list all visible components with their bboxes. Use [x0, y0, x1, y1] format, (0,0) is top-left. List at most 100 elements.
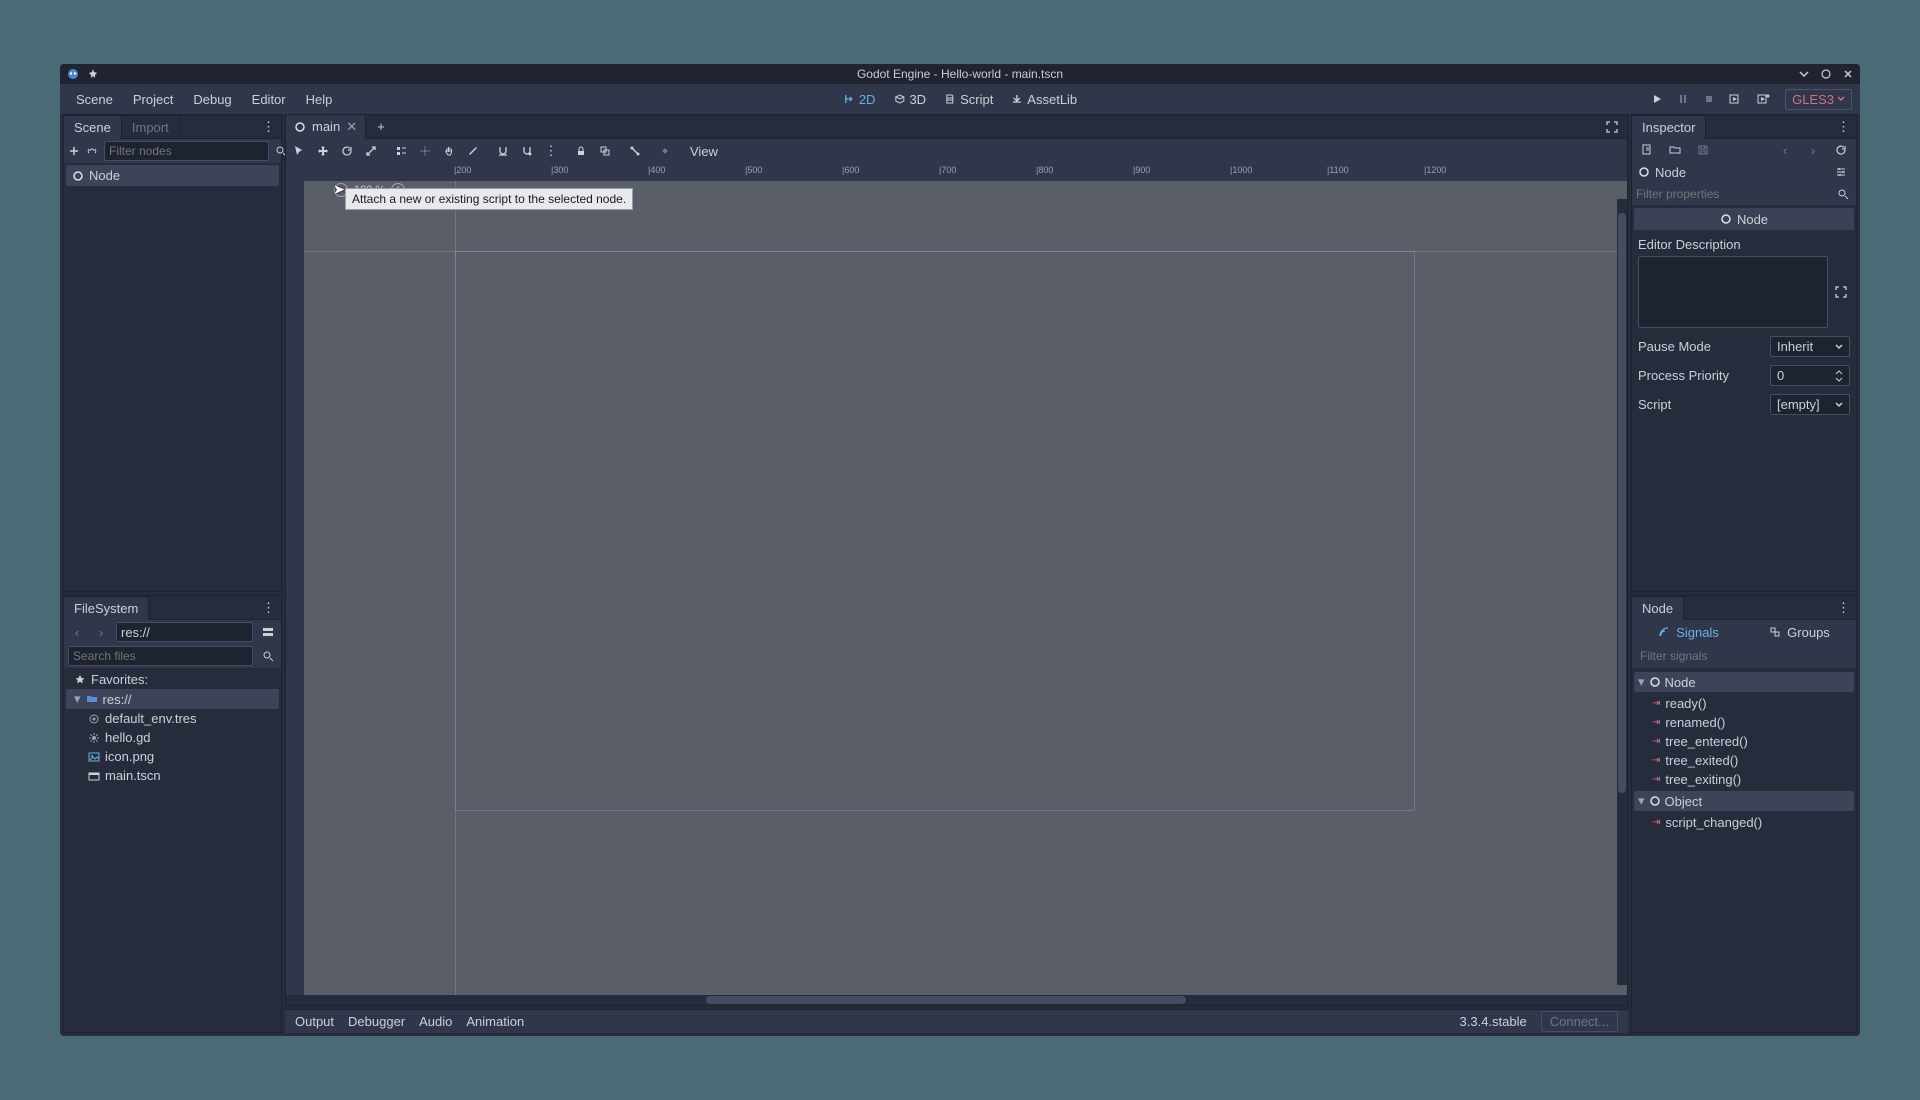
- minimize-icon[interactable]: [1798, 68, 1810, 80]
- snap-options-icon[interactable]: ⋮: [542, 142, 560, 160]
- pin-icon[interactable]: [86, 67, 100, 81]
- ruler-horizontal[interactable]: |200|300|400|500|600|700|800|900|1000|11…: [304, 163, 1627, 181]
- folder-res[interactable]: ▾ res://: [66, 689, 279, 709]
- inspector-node-name[interactable]: Node: [1655, 165, 1686, 180]
- dock-more-icon[interactable]: ⋮: [256, 600, 281, 616]
- rotate-tool[interactable]: [338, 142, 356, 160]
- mode-3d-button[interactable]: 3D: [887, 89, 932, 110]
- signal-item[interactable]: ⇥tree_entered(): [1634, 732, 1854, 751]
- tab-import[interactable]: Import: [122, 115, 180, 139]
- move-tool[interactable]: [314, 142, 332, 160]
- process-priority-input[interactable]: 0: [1770, 365, 1850, 386]
- dock-more-icon[interactable]: ⋮: [1831, 119, 1856, 135]
- mode-2d-button[interactable]: 2D: [837, 89, 882, 110]
- snap-toggle[interactable]: [494, 142, 512, 160]
- signal-group-header[interactable]: ▾Object: [1634, 791, 1854, 811]
- ruler-tool[interactable]: [464, 142, 482, 160]
- open-resource-button[interactable]: [1666, 141, 1684, 159]
- file-item[interactable]: main.tscn: [66, 766, 279, 785]
- pan-tool[interactable]: [440, 142, 458, 160]
- play-custom-scene-button[interactable]: [1757, 93, 1771, 105]
- scale-tool[interactable]: [362, 142, 380, 160]
- bone-button[interactable]: [626, 142, 644, 160]
- signal-item[interactable]: ⇥script_changed(): [1634, 813, 1854, 832]
- lock-button[interactable]: [572, 142, 590, 160]
- save-resource-button[interactable]: [1694, 141, 1712, 159]
- menu-scene[interactable]: Scene: [68, 88, 121, 111]
- inspector-category-node[interactable]: Node: [1634, 208, 1854, 230]
- file-item[interactable]: default_env.tres: [66, 709, 279, 728]
- new-resource-button[interactable]: [1638, 141, 1656, 159]
- connect-button[interactable]: Connect...: [1541, 1011, 1618, 1032]
- new-tab-button[interactable]: +: [372, 118, 390, 136]
- signal-item[interactable]: ⇥tree_exiting(): [1634, 770, 1854, 789]
- link-node-button[interactable]: [86, 142, 98, 160]
- signal-item[interactable]: ⇥renamed(): [1634, 713, 1854, 732]
- distraction-free-button[interactable]: [1603, 118, 1621, 136]
- bottom-tab-debugger[interactable]: Debugger: [348, 1014, 405, 1029]
- bottom-tab-output[interactable]: Output: [295, 1014, 334, 1029]
- expand-description-button[interactable]: [1832, 283, 1850, 301]
- filter-nodes-input[interactable]: [104, 141, 269, 161]
- list-select-tool[interactable]: [392, 142, 410, 160]
- script-select[interactable]: [empty]: [1770, 394, 1850, 415]
- menu-project[interactable]: Project: [125, 88, 181, 111]
- select-tool[interactable]: [290, 142, 308, 160]
- stop-button[interactable]: [1703, 93, 1715, 105]
- search-files-input[interactable]: [68, 646, 253, 666]
- animation-key-button[interactable]: [656, 142, 674, 160]
- mode-assetlib-button[interactable]: AssetLib: [1005, 89, 1083, 110]
- dock-more-icon[interactable]: ⋮: [256, 119, 281, 135]
- filter-properties-input[interactable]: [1636, 187, 1834, 201]
- pivot-tool[interactable]: [416, 142, 434, 160]
- bottom-tab-audio[interactable]: Audio: [419, 1014, 452, 1029]
- pause-mode-select[interactable]: Inherit: [1770, 336, 1850, 357]
- mode-script-button[interactable]: Script: [938, 89, 999, 110]
- dock-more-icon[interactable]: ⋮: [1831, 600, 1856, 616]
- group-button[interactable]: [596, 142, 614, 160]
- scene-tree-root[interactable]: Node: [66, 165, 279, 186]
- history-button[interactable]: [1832, 141, 1850, 159]
- object-properties-button[interactable]: [1832, 163, 1850, 181]
- file-item[interactable]: icon.png: [66, 747, 279, 766]
- editor-description-input[interactable]: [1638, 256, 1828, 328]
- menu-help[interactable]: Help: [298, 88, 341, 111]
- tab-node[interactable]: Node: [1632, 596, 1684, 620]
- bottom-tab-animation[interactable]: Animation: [466, 1014, 524, 1029]
- menu-editor[interactable]: Editor: [244, 88, 294, 111]
- view-menu-button[interactable]: View: [686, 144, 722, 159]
- menu-debug[interactable]: Debug: [185, 88, 239, 111]
- scrollbar-horizontal[interactable]: [286, 995, 1627, 1005]
- path-display[interactable]: res://: [116, 622, 253, 642]
- history-back-button[interactable]: ‹: [1776, 141, 1794, 159]
- filter-signals-input[interactable]: [1636, 646, 1852, 666]
- split-mode-button[interactable]: [259, 623, 277, 641]
- add-node-button[interactable]: [68, 142, 80, 160]
- maximize-icon[interactable]: [1820, 68, 1832, 80]
- snap-config[interactable]: [518, 142, 536, 160]
- close-tab-icon[interactable]: ✕: [346, 119, 357, 135]
- forward-button[interactable]: ›: [92, 623, 110, 641]
- ruler-vertical[interactable]: [286, 181, 304, 995]
- play-scene-button[interactable]: [1729, 93, 1743, 105]
- history-forward-button[interactable]: ›: [1804, 141, 1822, 159]
- ruler-tick: |800: [1036, 165, 1053, 175]
- signal-group-header[interactable]: ▾Node: [1634, 672, 1854, 692]
- tab-filesystem[interactable]: FileSystem: [64, 596, 149, 620]
- tab-scene[interactable]: Scene: [64, 115, 122, 139]
- ruler-tick: |1100: [1327, 165, 1349, 175]
- renderer-selector[interactable]: GLES3: [1785, 89, 1852, 110]
- signal-item[interactable]: ⇥ready(): [1634, 694, 1854, 713]
- signal-item[interactable]: ⇥tree_exited(): [1634, 751, 1854, 770]
- groups-tab-button[interactable]: Groups: [1769, 625, 1830, 640]
- scrollbar-vertical[interactable]: [1617, 199, 1627, 985]
- back-button[interactable]: ‹: [68, 623, 86, 641]
- file-item[interactable]: hello.gd: [66, 728, 279, 747]
- play-button[interactable]: [1651, 93, 1663, 105]
- close-icon[interactable]: [1842, 68, 1854, 80]
- viewport-2d[interactable]: − 100 % +: [304, 181, 1627, 995]
- signals-tab-button[interactable]: Signals: [1658, 625, 1719, 640]
- scene-tab-main[interactable]: main ✕: [286, 115, 366, 139]
- tab-inspector[interactable]: Inspector: [1632, 115, 1706, 139]
- pause-button[interactable]: [1677, 93, 1689, 105]
